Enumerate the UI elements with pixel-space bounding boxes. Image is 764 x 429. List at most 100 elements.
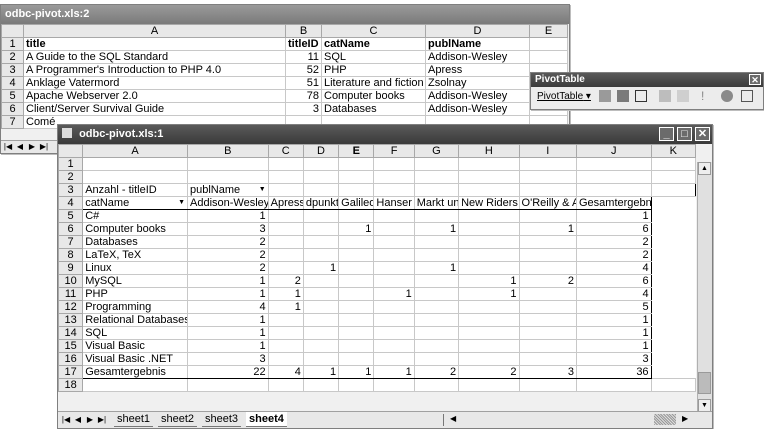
pivot-value-cell[interactable]: [338, 235, 375, 249]
pivot-value-cell[interactable]: [518, 209, 577, 223]
cell[interactable]: [338, 183, 375, 197]
cell[interactable]: [302, 157, 340, 171]
row-header[interactable]: 2: [57, 170, 84, 184]
pivot-value-cell[interactable]: 1: [338, 222, 375, 236]
select-all-corner[interactable]: [57, 144, 84, 158]
row-header[interactable]: 3: [57, 183, 84, 197]
dropdown-arrow-icon[interactable]: ▼: [259, 185, 266, 196]
pivot-value-cell[interactable]: [267, 209, 304, 223]
pivot-value-cell[interactable]: 2: [518, 274, 577, 288]
pivot-value-cell[interactable]: 1: [458, 287, 520, 301]
pivot-value-cell[interactable]: [302, 274, 340, 288]
pivot-value-cell[interactable]: [458, 261, 520, 275]
show-detail-icon[interactable]: [677, 90, 689, 102]
cell[interactable]: [518, 157, 577, 171]
tab-split-divider[interactable]: [443, 414, 444, 426]
minimize-icon[interactable]: _: [659, 127, 674, 141]
cell[interactable]: [458, 157, 520, 171]
cell[interactable]: [302, 183, 340, 197]
pivot-value-cell[interactable]: [373, 300, 415, 314]
pivot-value-cell[interactable]: [338, 248, 375, 262]
cell[interactable]: [82, 378, 188, 392]
pivottable-menu-button[interactable]: PivotTable ▾: [537, 91, 591, 102]
sheet-tab-sheet3[interactable]: sheet3: [202, 412, 242, 427]
pivot-value-cell[interactable]: [338, 326, 375, 340]
pivot-value-cell[interactable]: [302, 248, 340, 262]
pivot-value-cell[interactable]: [458, 248, 520, 262]
cell[interactable]: [413, 183, 460, 197]
cell[interactable]: Addison-Wesley: [425, 50, 530, 64]
cell[interactable]: [650, 183, 697, 197]
pivot-grand-total-cell[interactable]: 4: [267, 365, 304, 379]
pivot-row-item[interactable]: Databases: [82, 235, 188, 249]
row-header[interactable]: 6: [57, 222, 84, 236]
cell[interactable]: Apress: [425, 63, 530, 77]
pivot-value-cell[interactable]: 1: [302, 261, 340, 275]
cell[interactable]: A Programmer's Introduction to PHP 4.0: [23, 63, 286, 77]
cell[interactable]: [575, 183, 652, 197]
pivot-column-item[interactable]: Hanser: [373, 196, 415, 210]
cell[interactable]: [529, 37, 568, 51]
pivot-value-cell[interactable]: [518, 287, 577, 301]
pivot-value-cell[interactable]: 4: [187, 300, 269, 314]
pivot-value-cell[interactable]: [338, 352, 375, 366]
pivot-value-cell[interactable]: [373, 339, 415, 353]
pivot-value-cell[interactable]: [518, 313, 577, 327]
cell[interactable]: [187, 170, 269, 184]
hide-detail-icon[interactable]: [659, 90, 671, 102]
cell[interactable]: [458, 170, 520, 184]
cell[interactable]: [373, 183, 415, 197]
pivot-data-field-label[interactable]: Anzahl - titleID: [82, 183, 188, 197]
row-header[interactable]: 16: [57, 352, 84, 366]
pivot-value-cell[interactable]: 1: [187, 339, 269, 353]
row-header[interactable]: 12: [57, 300, 84, 314]
column-header[interactable]: B: [187, 144, 269, 158]
row-header[interactable]: 15: [57, 339, 84, 353]
cell[interactable]: A Guide to the SQL Standard: [23, 50, 286, 64]
pivot-value-cell[interactable]: [413, 235, 460, 249]
pivot-value-cell[interactable]: [518, 261, 577, 275]
cell[interactable]: [338, 378, 375, 392]
pivot-column-item[interactable]: dpunkt: [302, 196, 340, 210]
pivot-value-cell[interactable]: 2: [267, 274, 304, 288]
pivot-value-cell[interactable]: 2: [575, 235, 652, 249]
pivot-column-item[interactable]: Apress: [267, 196, 304, 210]
cell[interactable]: Literature and fiction: [321, 76, 426, 90]
column-header[interactable]: A: [23, 24, 286, 38]
pivot-value-cell[interactable]: [373, 209, 415, 223]
select-all-corner[interactable]: [1, 24, 24, 38]
cell[interactable]: 78: [285, 89, 322, 103]
cell[interactable]: [575, 157, 652, 171]
cell[interactable]: [267, 183, 304, 197]
row-header[interactable]: 3: [1, 63, 24, 77]
column-header[interactable]: B: [285, 24, 322, 38]
close-icon[interactable]: ✕: [749, 74, 761, 85]
cell[interactable]: [650, 378, 697, 392]
scroll-thumb[interactable]: [698, 372, 711, 394]
pivot-value-cell[interactable]: [518, 326, 577, 340]
pivot-value-cell[interactable]: [373, 352, 415, 366]
pivot-column-field[interactable]: publName ▼: [187, 183, 269, 197]
column-header[interactable]: F: [373, 144, 415, 158]
pivot-value-cell[interactable]: 2: [187, 235, 269, 249]
prev-sheet-button[interactable]: ◀: [73, 414, 83, 425]
pivot-value-cell[interactable]: [302, 339, 340, 353]
cell[interactable]: SQL: [321, 50, 426, 64]
pivot-value-cell[interactable]: 1: [458, 274, 520, 288]
pivot-value-cell[interactable]: [302, 235, 340, 249]
cell[interactable]: [650, 170, 697, 184]
sheet-tab-sheet1[interactable]: sheet1: [114, 412, 154, 427]
pivot-row-item[interactable]: Computer books: [82, 222, 188, 236]
sheet-tab-sheet4[interactable]: sheet4: [246, 412, 287, 427]
pivot-grand-total-cell[interactable]: 2: [413, 365, 460, 379]
cell[interactable]: [302, 378, 340, 392]
pivot-value-cell[interactable]: 1: [575, 209, 652, 223]
pivot-value-cell[interactable]: [302, 287, 340, 301]
cell[interactable]: [413, 170, 460, 184]
pivot-value-cell[interactable]: [373, 261, 415, 275]
pivot-grand-total-cell[interactable]: 1: [338, 365, 375, 379]
column-header[interactable]: J: [575, 144, 652, 158]
pivot-value-cell[interactable]: 3: [575, 352, 652, 366]
pivot-value-cell[interactable]: [267, 235, 304, 249]
pivot-value-cell[interactable]: [302, 352, 340, 366]
